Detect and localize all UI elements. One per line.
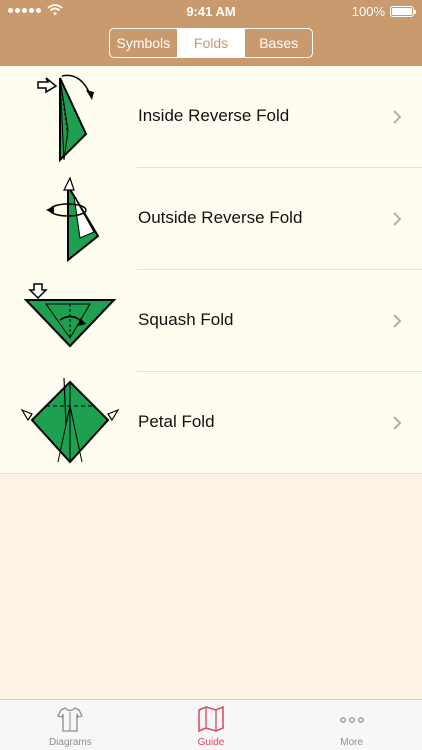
folds-list: Inside Reverse Fold Outside Reverse Fold [0, 66, 422, 474]
status-bar: 9:41 AM 100% [0, 0, 422, 22]
row-separator [0, 473, 422, 474]
battery-icon [390, 6, 416, 17]
list-item[interactable]: Petal Fold [0, 372, 422, 474]
tab-guide[interactable]: Guide [141, 700, 282, 750]
battery-percent: 100% [351, 4, 385, 19]
fold-label: Squash Fold [138, 310, 234, 329]
outside-reverse-fold-icon [46, 176, 100, 263]
segment-bases[interactable]: Bases [244, 29, 312, 57]
tab-label: More [340, 737, 364, 748]
tab-diagrams[interactable]: Diagrams [0, 700, 141, 750]
chevron-right-icon [393, 314, 402, 328]
tab-more[interactable]: More [281, 700, 422, 750]
fold-label: Outside Reverse Fold [138, 208, 303, 227]
tab-label: Diagrams [48, 737, 92, 748]
chevron-right-icon [393, 110, 402, 124]
more-icon [339, 717, 364, 723]
list-item[interactable]: Inside Reverse Fold [0, 66, 422, 168]
chevron-right-icon [393, 212, 402, 226]
nav-header: 9:41 AM 100% Symbols Folds Bases [0, 0, 422, 66]
fold-label: Petal Fold [138, 412, 215, 431]
list-item[interactable]: Squash Fold [0, 270, 422, 372]
tab-bar: Diagrams Guide More [0, 699, 422, 750]
squash-fold-icon [23, 283, 117, 348]
shirt-icon [57, 707, 84, 732]
segmented-control: Symbols Folds Bases [109, 28, 313, 58]
inside-reverse-fold-icon [37, 74, 94, 163]
tab-label: Guide [197, 737, 225, 748]
segment-folds[interactable]: Folds [176, 29, 245, 57]
fold-label: Inside Reverse Fold [138, 106, 290, 125]
map-icon [198, 705, 224, 733]
segment-symbols[interactable]: Symbols [110, 29, 177, 57]
battery-group: 100% [351, 4, 416, 19]
petal-fold-icon [20, 377, 120, 464]
list-item[interactable]: Outside Reverse Fold [0, 168, 422, 270]
chevron-right-icon [393, 416, 402, 430]
